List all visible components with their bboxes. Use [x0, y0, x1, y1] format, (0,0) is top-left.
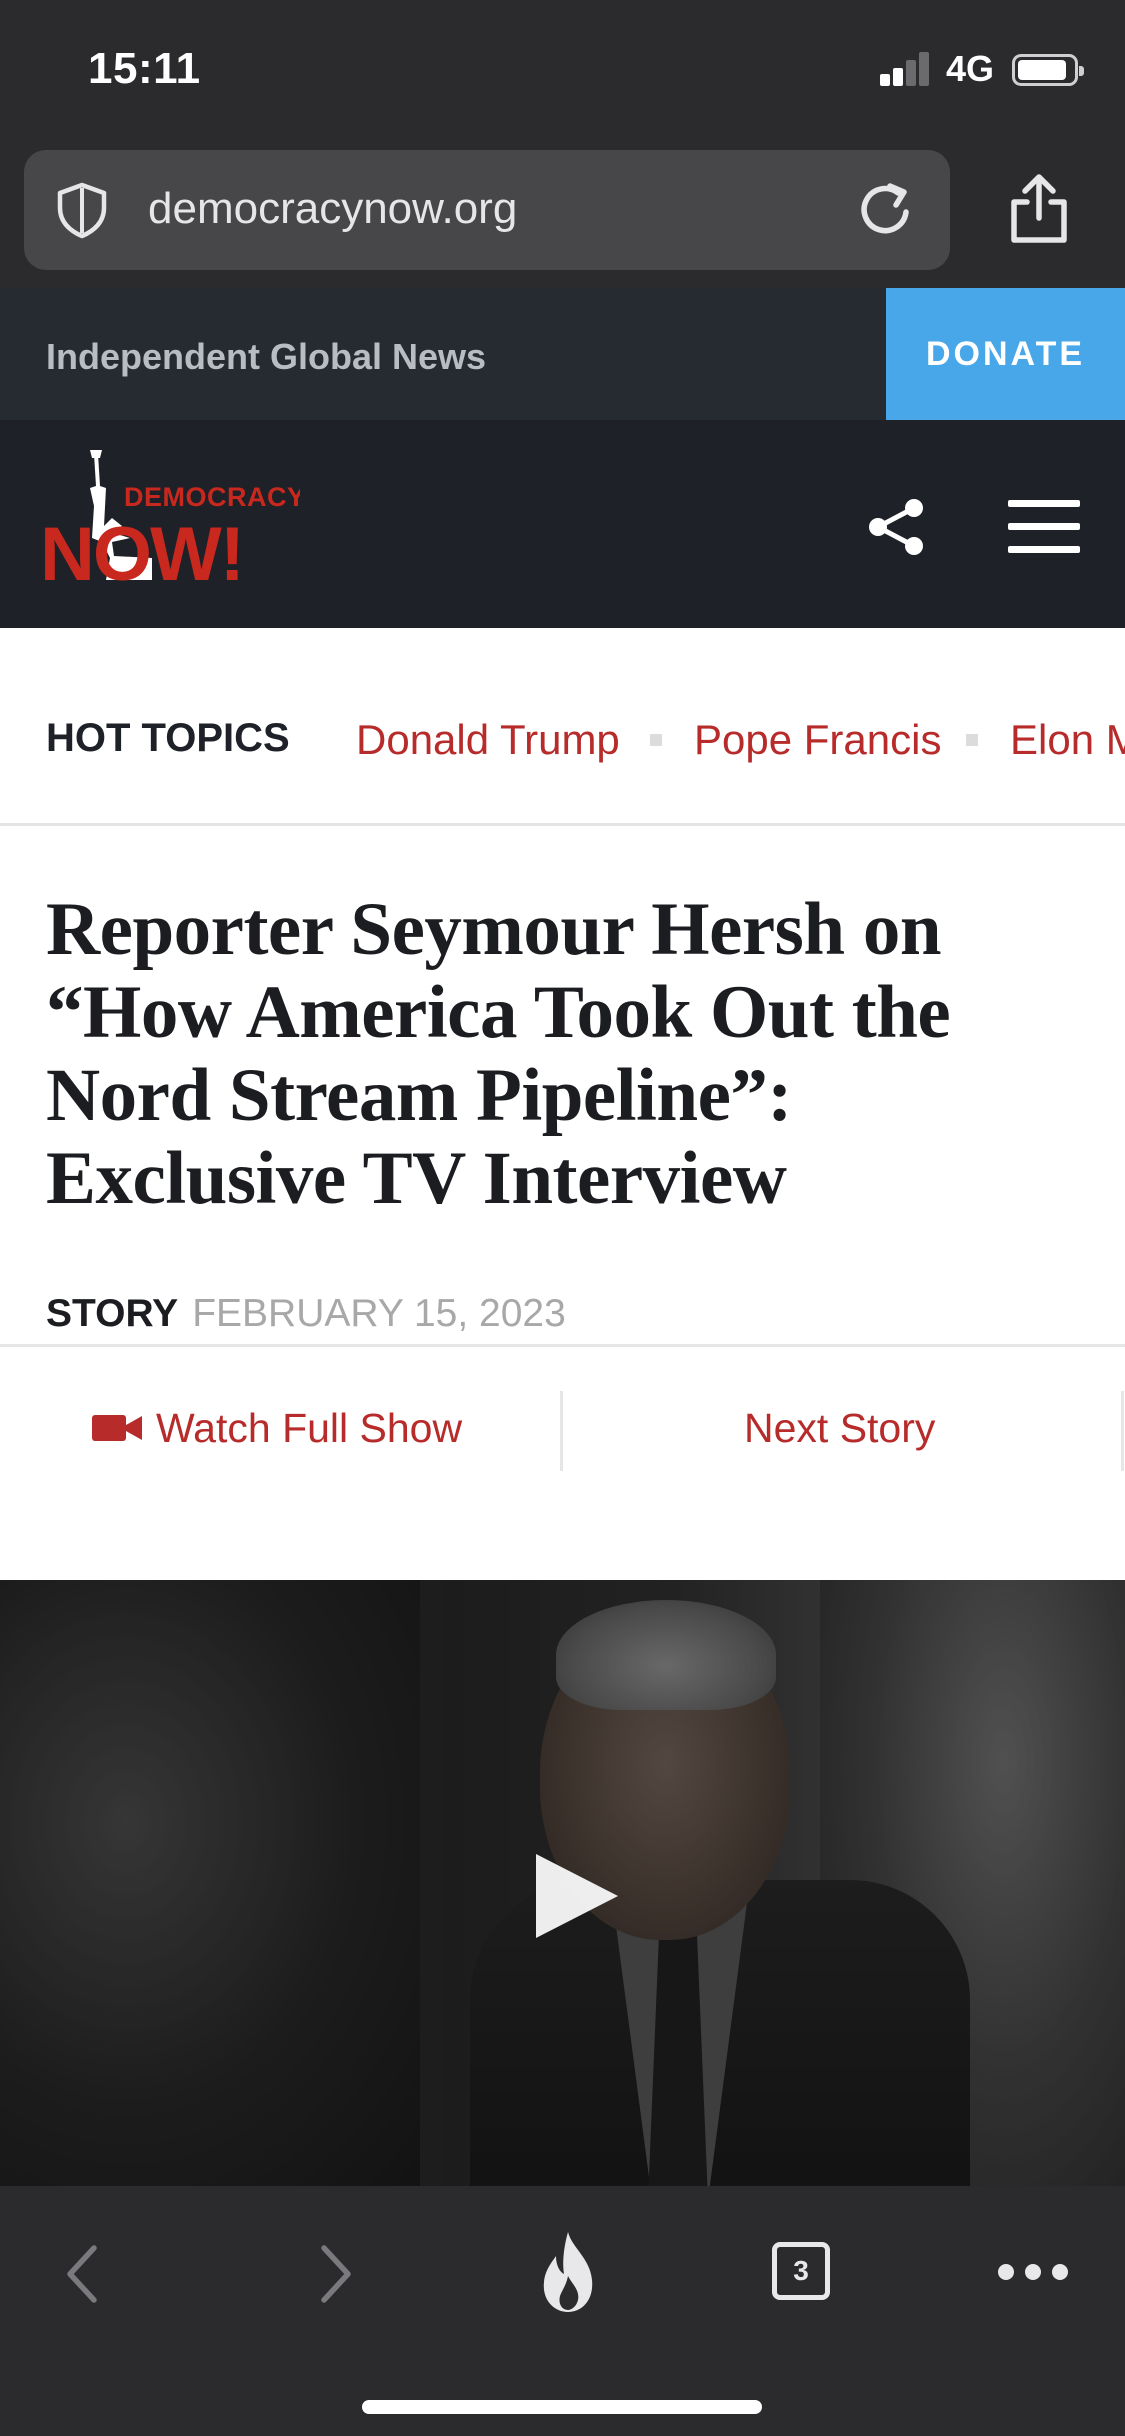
- logo-text-top: DEMOCRACY: [124, 482, 300, 512]
- more-dots-icon[interactable]: [998, 2264, 1068, 2280]
- browser-toolbar: 3: [0, 2186, 1125, 2436]
- status-bar: 15:11 4G: [0, 0, 1125, 140]
- topic-link[interactable]: Donald Trump: [356, 716, 620, 764]
- share-icon[interactable]: [866, 496, 928, 558]
- logo-text-bottom: NOW!: [40, 512, 243, 597]
- next-story-button[interactable]: Next Story: [744, 1405, 935, 1452]
- site-tagline: Independent Global News: [46, 336, 487, 377]
- donate-button[interactable]: DONATE: [886, 288, 1125, 420]
- site-top-strip: Independent Global News DONATE: [0, 288, 1125, 420]
- browser-top-chrome: 15:11 4G democracynow.org: [0, 0, 1125, 288]
- network-type: 4G: [946, 48, 995, 89]
- share-icon[interactable]: [1004, 172, 1074, 246]
- signal-strength-icon: [880, 52, 930, 86]
- site-header: DEMOCRACY NOW!: [0, 420, 1125, 628]
- topic-separator: [966, 734, 978, 746]
- divider: [1121, 1391, 1124, 1471]
- battery-icon: [1012, 54, 1084, 86]
- flame-icon[interactable]: [536, 2230, 600, 2314]
- address-bar[interactable]: democracynow.org: [24, 150, 950, 270]
- play-icon[interactable]: [528, 1848, 624, 1944]
- topic-link[interactable]: Elon M: [1010, 716, 1125, 764]
- url-text[interactable]: democracynow.org: [148, 184, 517, 234]
- article-type[interactable]: STORY: [46, 1292, 178, 1335]
- divider: [560, 1391, 563, 1471]
- article-actions: Watch Full Show Next Story: [0, 1347, 1125, 1471]
- article-headline: Reporter Seymour Hersh on “How America T…: [46, 888, 951, 1220]
- reload-icon[interactable]: [854, 178, 918, 242]
- topic-link[interactable]: Pope Francis: [694, 716, 941, 764]
- topic-separator: [650, 734, 662, 746]
- article-meta: STORY FEBRUARY 15, 2023: [46, 1292, 566, 1336]
- hot-topics-bar: HOT TOPICS Donald Trump Pope Francis Elo…: [0, 628, 1125, 826]
- video-camera-icon[interactable]: [92, 1413, 142, 1443]
- home-indicator[interactable]: [362, 2400, 762, 2414]
- hot-topics-label: HOT TOPICS: [46, 716, 290, 760]
- chevron-right-icon[interactable]: [306, 2238, 362, 2310]
- tabs-icon[interactable]: 3: [772, 2242, 830, 2300]
- watch-full-show-button[interactable]: Watch Full Show: [156, 1405, 462, 1452]
- democracy-now-logo[interactable]: DEMOCRACY NOW!: [40, 446, 300, 604]
- chevron-left-icon[interactable]: [56, 2238, 112, 2310]
- article-date: FEBRUARY 15, 2023: [192, 1292, 566, 1335]
- shield-icon[interactable]: [52, 180, 112, 240]
- status-time: 15:11: [88, 44, 201, 93]
- video-player[interactable]: [0, 1580, 1125, 2186]
- hamburger-menu-icon[interactable]: [1008, 500, 1080, 554]
